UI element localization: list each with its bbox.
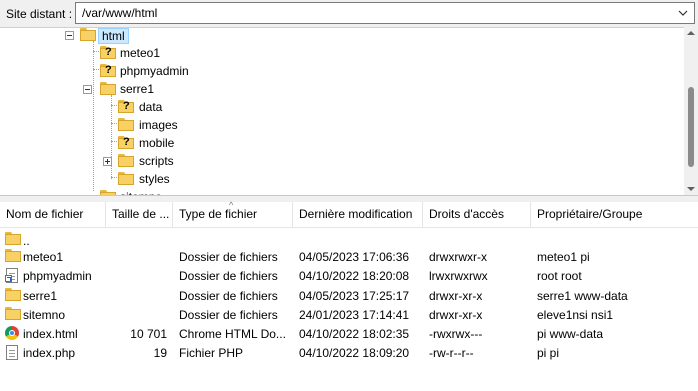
tree-node-label: mobile (139, 136, 175, 150)
row-owner: serre1 www-data (537, 289, 628, 303)
table-row[interactable]: phpmyadmin Dossier de fichiers 04/10/202… (0, 266, 698, 286)
table-row[interactable]: sitemno Dossier de fichiers 24/01/2023 1… (0, 305, 698, 325)
row-permissions: drwxrwxr-x (429, 250, 487, 264)
row-filename: meteo1 (23, 250, 64, 264)
row-type: Dossier de fichiers (179, 308, 278, 322)
tree-node-images[interactable]: images (118, 116, 198, 134)
row-type: Dossier de fichiers (179, 289, 278, 303)
tree-node-styles[interactable]: styles (118, 170, 198, 188)
row-modified: 24/01/2023 17:14:41 (299, 308, 410, 322)
tree-node-label: images (139, 118, 178, 132)
row-filename: .. (23, 234, 30, 248)
row-modified: 04/05/2023 17:06:36 (299, 250, 410, 264)
remote-site-bar: Site distant : /var/www/html (0, 0, 698, 28)
row-owner: root root (537, 269, 582, 283)
row-filename: index.html (23, 327, 78, 341)
tree-node-serre1[interactable]: serre1 (82, 80, 182, 98)
collapse-icon[interactable] (83, 85, 92, 94)
row-owner: pi www-data (537, 327, 604, 341)
row-owner: pi pi (537, 346, 560, 360)
table-row[interactable]: serre1 Dossier de fichiers 04/05/2023 17… (0, 286, 698, 306)
tree-node-phpmyadmin[interactable]: ? phpmyadmin (100, 62, 210, 80)
collapse-icon[interactable] (65, 31, 74, 40)
row-permissions: lrwxrwxrwx (429, 269, 488, 283)
row-owner: meteo1 pi (537, 250, 590, 264)
table-row[interactable]: .. (0, 229, 698, 249)
folder-icon (118, 118, 134, 131)
tree-node-label: meteo1 (120, 46, 161, 60)
column-header-size[interactable]: Taille de ... (106, 202, 173, 227)
folder-icon (5, 232, 21, 245)
row-filename: serre1 (23, 289, 58, 303)
chrome-icon (5, 326, 19, 340)
column-header-permissions[interactable]: Droits d'accès (423, 202, 531, 227)
row-type: Chrome HTML Do... (179, 327, 286, 341)
folder-icon (118, 154, 134, 167)
row-filename: sitemno (23, 308, 66, 322)
folder-icon (100, 82, 116, 95)
unknown-folder-icon: ? (118, 100, 134, 113)
tree-node-meteo1[interactable]: ? meteo1 (100, 44, 180, 62)
tree-node-html[interactable]: html (64, 28, 144, 44)
row-filename: index.php (23, 346, 76, 360)
folder-icon (5, 307, 21, 320)
tree-node-scripts[interactable]: scripts (102, 152, 202, 170)
row-modified: 04/10/2022 18:09:20 (299, 346, 410, 360)
folder-icon (5, 249, 21, 262)
row-modified: 04/10/2022 18:20:08 (299, 269, 410, 283)
table-row[interactable]: meteo1 Dossier de fichiers 04/05/2023 17… (0, 247, 698, 267)
remote-file-list[interactable]: ^ Nom de fichier Taille de ... Type de f… (0, 200, 698, 391)
expand-icon[interactable] (103, 157, 112, 166)
unknown-folder-icon: ? (100, 46, 116, 59)
row-permissions: -rwxrwx--- (429, 327, 483, 341)
tree-node-label: serre1 (120, 82, 155, 96)
row-modified: 04/10/2022 18:02:35 (299, 327, 410, 341)
folder-icon (118, 172, 134, 185)
row-permissions: -rw-r--r-- (429, 346, 474, 360)
row-modified: 04/05/2023 17:25:17 (299, 289, 410, 303)
column-header-modified[interactable]: Dernière modification (293, 202, 423, 227)
column-header-owner[interactable]: Propriétaire/Groupe (531, 202, 698, 227)
folder-icon (80, 28, 96, 41)
row-size: 10 701 (130, 327, 167, 341)
row-type: Dossier de fichiers (179, 250, 278, 264)
tree-scrollbar[interactable] (684, 27, 698, 195)
remote-directory-tree[interactable]: html ? meteo1 ? phpmyadmin serre1 ? data… (0, 27, 698, 196)
remote-path-value: /var/www/html (82, 6, 158, 20)
tree-node-label: scripts (139, 154, 174, 168)
chevron-down-icon[interactable] (676, 6, 690, 20)
row-type: Dossier de fichiers (179, 269, 278, 283)
row-filename: phpmyadmin (23, 269, 92, 283)
unknown-folder-icon: ? (118, 136, 134, 149)
remote-site-label: Site distant : (6, 7, 73, 21)
table-row[interactable]: index.php 19 Fichier PHP 04/10/2022 18:0… (0, 343, 698, 363)
scroll-up-icon[interactable] (687, 31, 695, 35)
shortcut-icon (5, 268, 19, 283)
scrollbar-thumb[interactable] (688, 87, 694, 167)
tree-node-label: phpmyadmin (120, 64, 189, 78)
row-permissions: drwxr-xr-x (429, 289, 483, 303)
row-owner: eleve1nsi nsi1 (537, 308, 614, 322)
row-type: Fichier PHP (179, 346, 244, 360)
document-icon (6, 345, 18, 360)
column-header-type[interactable]: Type de fichier (173, 202, 293, 227)
tree-node-label: data (139, 100, 163, 114)
unknown-folder-icon: ? (100, 64, 116, 77)
column-header-filename[interactable]: Nom de fichier (0, 202, 106, 227)
list-header: ^ Nom de fichier Taille de ... Type de f… (0, 200, 698, 228)
row-permissions: drwxr-xr-x (429, 308, 483, 322)
scroll-down-icon[interactable] (687, 187, 695, 191)
remote-path-combobox[interactable]: /var/www/html (75, 2, 695, 24)
tree-node-label: html (98, 28, 129, 44)
tree-node-mobile[interactable]: ? mobile (118, 134, 198, 152)
tree-node-label: styles (139, 172, 170, 186)
row-size: 19 (153, 346, 167, 360)
table-row[interactable]: index.html 10 701 Chrome HTML Do... 04/1… (0, 324, 698, 344)
tree-node-data[interactable]: ? data (118, 98, 198, 116)
folder-icon (5, 288, 21, 301)
